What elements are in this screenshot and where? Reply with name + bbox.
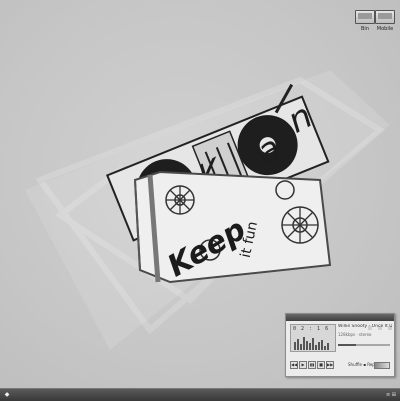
seek-bar-fill [338,344,357,346]
desktop-icon-mobile[interactable]: Mobile [372,10,398,32]
pause-button[interactable]: ▮▮ [308,361,316,369]
start-button[interactable]: ◆ [3,391,11,399]
player-visualizer: 0 2 : 1 6 [290,324,336,352]
desktop-icon-label: Mobile [376,26,394,32]
stop-button[interactable]: ■ [317,361,325,369]
playback-controls: ◀◀ ▶ ▮▮ ■ ▶▶ [290,361,335,380]
taskbar: ◆ ≡ ⊞ [0,388,400,401]
play-button[interactable]: ▶ [299,361,307,369]
system-tray[interactable]: ≡ ⊞ [386,391,396,399]
player-titlebar[interactable] [286,314,394,330]
song-meta: 128kbps · stereo [338,332,372,337]
desktop: K a n Keep it fun Bi [0,0,400,388]
media-player-window[interactable]: 0 2 : 1 6 Willie Snooty - Once It Up (Sh… [285,313,395,377]
seek-bar[interactable] [338,344,390,346]
next-button[interactable]: ▶▶ [326,361,334,369]
time-display: 0 2 : 1 6 [293,326,330,332]
song-title: Willie Snooty - Once It Up (Sho [338,324,392,329]
track-info: Willie Snooty - Once It Up (Sho 128kbps … [338,324,392,337]
spectrum-icon [294,337,329,350]
volume-slider[interactable] [374,362,390,369]
previous-button[interactable]: ◀◀ [290,361,298,369]
folder-window-icon [375,10,395,24]
